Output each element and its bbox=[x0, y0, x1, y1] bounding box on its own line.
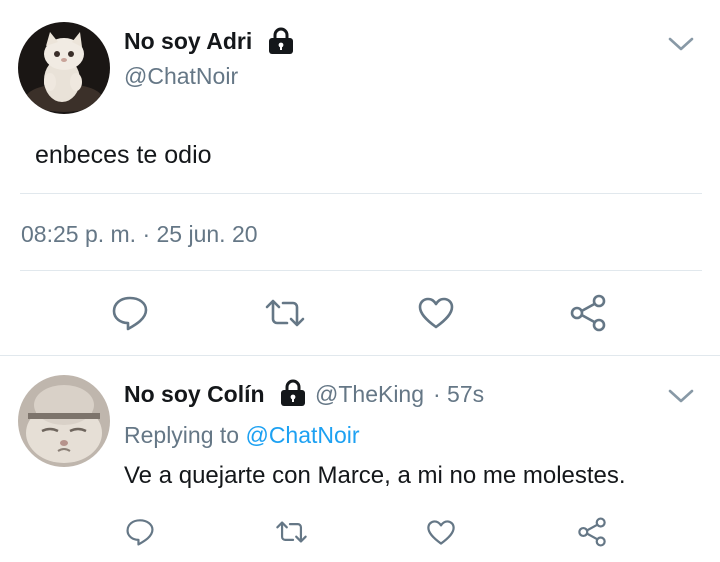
like-icon bbox=[427, 519, 455, 545]
reply-display-name[interactable]: No soy Colín bbox=[124, 381, 265, 408]
reply-button[interactable] bbox=[122, 514, 158, 550]
retweet-icon bbox=[265, 299, 305, 327]
share-icon bbox=[570, 294, 606, 332]
replying-to-handle-link[interactable]: @ChatNoir bbox=[245, 422, 359, 448]
divider bbox=[20, 193, 702, 194]
share-button[interactable] bbox=[566, 293, 610, 333]
like-button[interactable] bbox=[423, 514, 459, 550]
reply-icon bbox=[126, 519, 154, 546]
reply-age: · 57s bbox=[433, 381, 485, 407]
replying-to: Replying to @ChatNoir bbox=[124, 422, 360, 449]
main-display-name[interactable]: No soy Adri bbox=[124, 28, 252, 55]
retweet-icon bbox=[275, 521, 307, 543]
main-handle[interactable]: @ChatNoir bbox=[124, 63, 238, 90]
lock-icon bbox=[279, 379, 307, 406]
chevron-down-icon[interactable] bbox=[668, 388, 694, 404]
tweet-timestamp[interactable]: 08:25 p. m. · 25 jun. 20 bbox=[21, 221, 258, 248]
retweet-button[interactable] bbox=[263, 293, 307, 333]
reply-tweet-text: Ve a quejarte con Marce, a mi no me mole… bbox=[124, 462, 626, 489]
share-button[interactable] bbox=[574, 514, 610, 550]
retweet-button[interactable] bbox=[273, 514, 309, 550]
replying-to-label: Replying to bbox=[124, 422, 240, 448]
share-icon bbox=[578, 517, 606, 547]
main-tweet-text: enbeces te odio bbox=[35, 141, 212, 169]
avatar-main[interactable] bbox=[18, 22, 110, 114]
chevron-down-icon[interactable] bbox=[668, 36, 694, 52]
divider bbox=[0, 355, 720, 356]
lock-icon bbox=[267, 27, 295, 54]
reply-icon bbox=[112, 296, 148, 331]
like-button[interactable] bbox=[414, 293, 458, 333]
avatar-reply[interactable] bbox=[18, 375, 110, 467]
reply-button[interactable] bbox=[108, 293, 152, 333]
divider bbox=[20, 270, 702, 271]
like-icon bbox=[418, 297, 454, 329]
reply-handle[interactable]: @TheKing bbox=[315, 381, 424, 408]
